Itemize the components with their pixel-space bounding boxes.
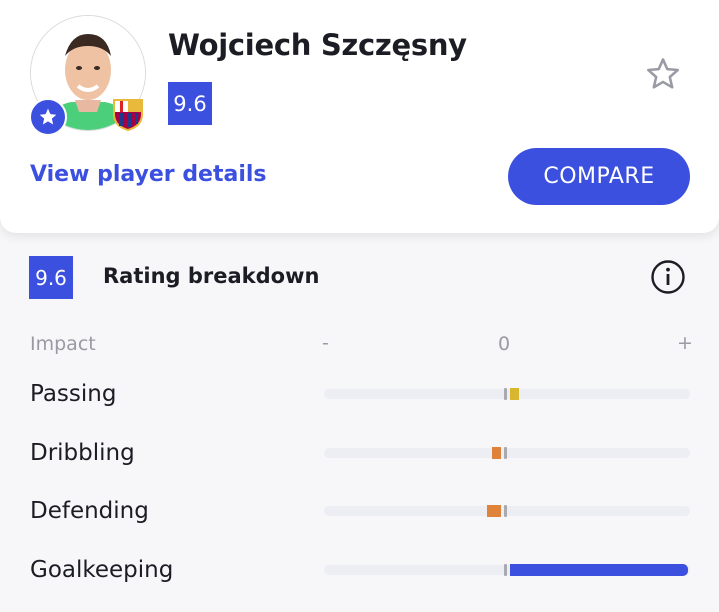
impact-axis-minus: - xyxy=(322,332,329,354)
zero-tick xyxy=(504,505,507,517)
impact-bar-goalkeeping xyxy=(510,564,688,576)
impact-bar-dribbling xyxy=(492,447,501,459)
impact-label: Impact xyxy=(30,333,96,355)
stat-label-goalkeeping: Goalkeeping xyxy=(30,557,174,583)
impact-track-dribbling xyxy=(324,447,690,459)
star-outline-icon[interactable] xyxy=(644,55,682,93)
player-header-card: Wojciech Szczęsny 9.6 View player detail… xyxy=(0,0,719,233)
compare-button[interactable]: COMPARE xyxy=(508,148,690,205)
stat-label-defending: Defending xyxy=(30,498,149,524)
player-rating-badge: 9.6 xyxy=(168,82,212,125)
zero-tick xyxy=(504,447,507,459)
impact-bar-defending xyxy=(486,505,501,517)
stat-label-passing: Passing xyxy=(30,381,117,407)
impact-axis-zero: 0 xyxy=(498,333,511,355)
zero-tick xyxy=(504,388,507,400)
rating-breakdown-title: Rating breakdown xyxy=(103,264,320,288)
impact-axis-plus: + xyxy=(677,332,693,354)
view-player-details-link[interactable]: View player details xyxy=(30,162,267,187)
stat-label-dribbling: Dribbling xyxy=(30,440,135,466)
info-icon[interactable] xyxy=(650,259,686,295)
impact-track-defending xyxy=(324,505,690,517)
breakdown-rating-badge: 9.6 xyxy=(29,256,73,299)
club-crest-icon xyxy=(113,99,143,132)
impact-track-goalkeeping xyxy=(324,564,690,576)
impact-bar-passing xyxy=(510,388,519,400)
player-name: Wojciech Szczęsny xyxy=(168,28,467,62)
star-icon xyxy=(29,98,67,136)
zero-tick xyxy=(504,564,507,576)
impact-track-passing xyxy=(324,388,690,400)
